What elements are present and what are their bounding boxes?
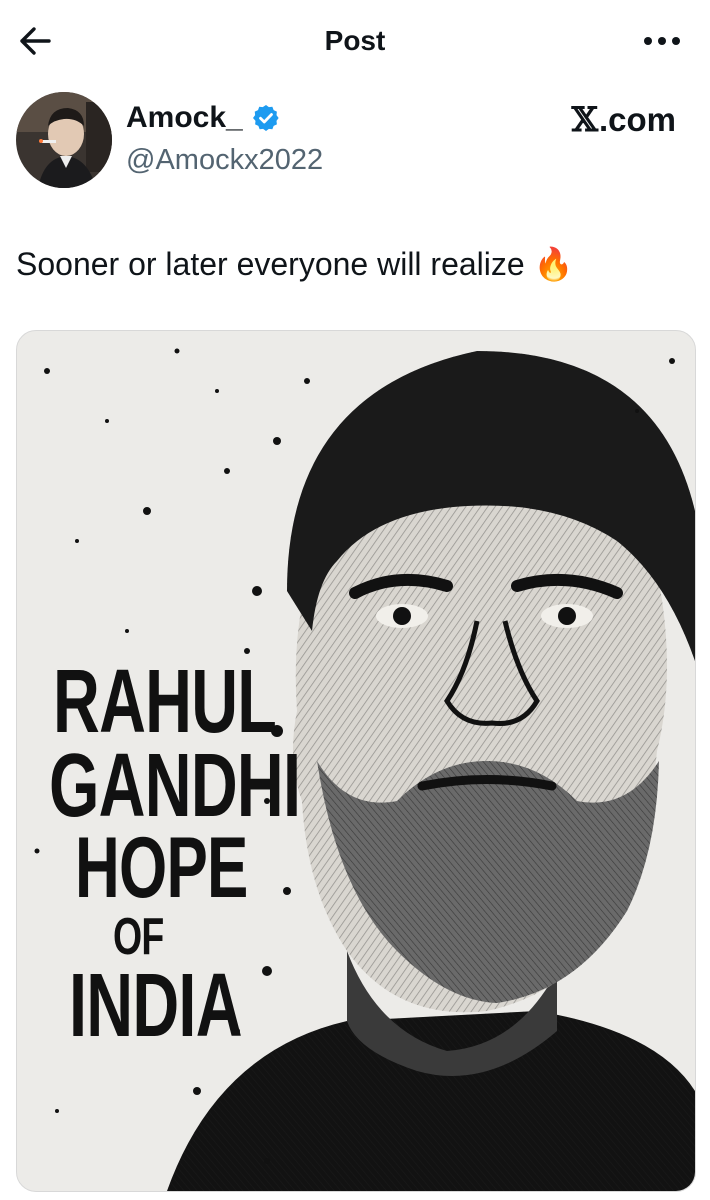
- post-media-image[interactable]: RAHUL GANDHI HOPE OF INDIA: [16, 330, 696, 1192]
- author-handle[interactable]: @Amockx2022: [126, 140, 323, 180]
- more-options-button[interactable]: [638, 22, 686, 60]
- display-name-row: Amock_: [126, 98, 323, 138]
- more-dots-icon: [644, 37, 680, 45]
- author-names: Amock_ @Amockx2022: [126, 98, 323, 180]
- display-name[interactable]: Amock_: [126, 98, 243, 138]
- x-logo-icon: 𝕏: [571, 100, 598, 140]
- brand-suffix: .com: [598, 101, 676, 138]
- avatar-image: [16, 92, 112, 188]
- poster-line-5: INDIA: [69, 956, 243, 1056]
- author-row: Amock_ @Amockx2022 𝕏 .com: [0, 90, 710, 200]
- page-title: Post: [324, 25, 386, 56]
- tweet-text: Sooner or later everyone will realize 🔥: [16, 246, 574, 282]
- poster-line-1: RAHUL: [53, 652, 277, 752]
- poster-line-2: GANDHI: [49, 736, 301, 836]
- poster-line-3: HOPE: [75, 820, 248, 916]
- top-bar: Post: [0, 0, 710, 82]
- avatar[interactable]: [16, 92, 112, 188]
- verified-badge-icon: [252, 105, 279, 131]
- brand-watermark: 𝕏 .com: [572, 100, 676, 140]
